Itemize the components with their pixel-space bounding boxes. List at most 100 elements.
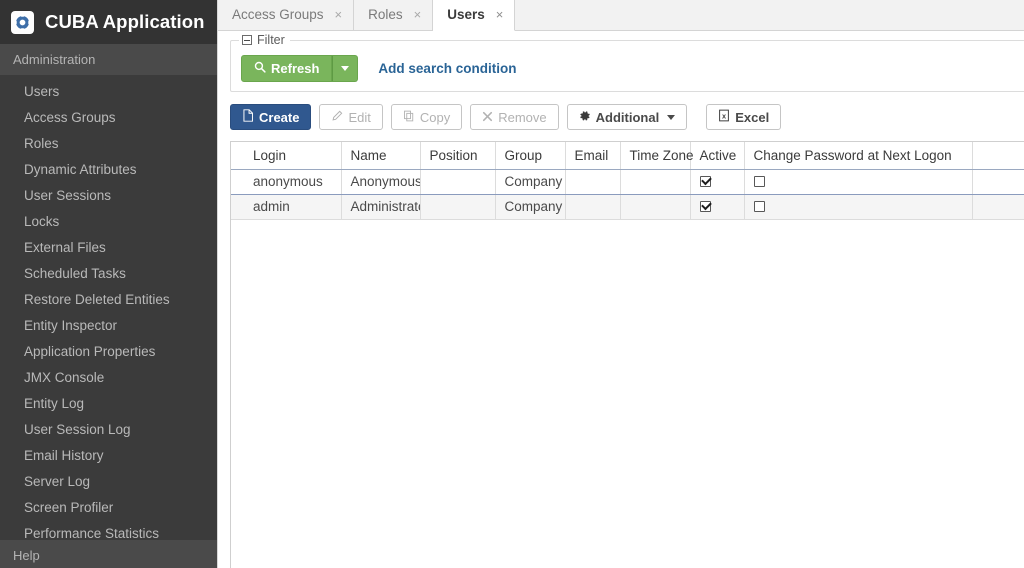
chevron-down-icon (667, 114, 676, 120)
additional-button-label: Additional (595, 109, 660, 125)
sidebar-menu: Users Access Groups Roles Dynamic Attrib… (0, 75, 217, 547)
sidebar-item-roles[interactable]: Roles (0, 131, 217, 157)
remove-button[interactable]: Remove (470, 104, 559, 130)
sidebar-item-external-files[interactable]: External Files (0, 235, 217, 261)
cuba-logo-icon (11, 10, 34, 34)
cell-email (565, 194, 621, 220)
close-icon[interactable]: × (414, 8, 422, 21)
sidebar-item-access-groups[interactable]: Access Groups (0, 105, 217, 131)
cell-login: anonymous (244, 168, 342, 195)
checkbox-unchecked-icon[interactable] (753, 176, 765, 187)
column-header-filler (972, 142, 1024, 170)
column-header-active[interactable]: Active (690, 142, 745, 170)
copy-button[interactable]: Copy (390, 104, 463, 130)
table-row[interactable]: admin Administrator Company (231, 194, 1024, 220)
pencil-icon (331, 110, 343, 125)
cell-name: Anonymous (341, 168, 421, 195)
refresh-dropdown-button[interactable] (332, 55, 359, 82)
tab-label: Roles (368, 7, 403, 22)
cell-email (565, 168, 621, 195)
app-brand: CUBA Application (0, 0, 217, 44)
main-area: Access Groups × Roles × Users × Filter R… (217, 0, 1024, 568)
column-header-email[interactable]: Email (565, 142, 621, 170)
cell-group: Company (495, 194, 566, 220)
cell-filler (972, 194, 1024, 220)
create-button-label: Create (259, 109, 300, 125)
column-header-position[interactable]: Position (420, 142, 496, 170)
checkbox-unchecked-icon[interactable] (753, 201, 765, 212)
refresh-split-button: Refresh (241, 55, 359, 82)
excel-button[interactable]: x Excel (706, 104, 782, 130)
cell-group: Company (495, 168, 566, 195)
users-table: Login Name Position Group Email Time Zon… (230, 141, 1024, 568)
copy-icon (403, 110, 415, 125)
collapse-minus-icon[interactable] (242, 35, 252, 45)
sidebar-item-screen-profiler[interactable]: Screen Profiler (0, 495, 217, 521)
table-gutter-header (231, 142, 244, 170)
app-title: CUBA Application (45, 11, 205, 32)
excel-button-label: Excel (735, 109, 770, 125)
table-header-row: Login Name Position Group Email Time Zon… (231, 142, 1024, 170)
add-search-condition-link[interactable]: Add search condition (378, 61, 516, 76)
create-button[interactable]: Create (230, 104, 312, 130)
search-icon (254, 61, 266, 76)
cell-time-zone (620, 168, 691, 195)
additional-button[interactable]: Additional (566, 104, 688, 130)
tab-access-groups[interactable]: Access Groups × (218, 0, 355, 30)
sidebar: CUBA Application Administration Users Ac… (0, 0, 217, 568)
column-header-name[interactable]: Name (341, 142, 421, 170)
tab-bar: Access Groups × Roles × Users × (218, 0, 1024, 31)
sidebar-item-user-session-log[interactable]: User Session Log (0, 417, 217, 443)
close-icon[interactable]: × (335, 8, 343, 21)
filter-panel: Filter Refresh Add search condition (230, 33, 1024, 92)
column-header-change-password[interactable]: Change Password at Next Logon (744, 142, 973, 170)
close-icon[interactable]: × (496, 8, 504, 21)
tab-label: Users (447, 7, 485, 22)
chevron-down-icon (341, 66, 350, 71)
checkbox-checked-icon[interactable] (699, 201, 711, 212)
sidebar-item-users[interactable]: Users (0, 79, 217, 105)
sidebar-item-restore-deleted-entities[interactable]: Restore Deleted Entities (0, 287, 217, 313)
sidebar-item-scheduled-tasks[interactable]: Scheduled Tasks (0, 261, 217, 287)
column-header-time-zone[interactable]: Time Zone (620, 142, 694, 170)
sidebar-item-email-history[interactable]: Email History (0, 443, 217, 469)
tab-roles[interactable]: Roles × (354, 0, 434, 30)
sidebar-item-dynamic-attributes[interactable]: Dynamic Attributes (0, 157, 217, 183)
content-panel: Filter Refresh Add search condition Crea… (218, 31, 1024, 568)
cross-icon (482, 110, 493, 125)
sidebar-item-application-properties[interactable]: Application Properties (0, 339, 217, 365)
sidebar-item-jmx-console[interactable]: JMX Console (0, 365, 217, 391)
cell-change-password (744, 168, 973, 195)
column-header-group[interactable]: Group (495, 142, 566, 170)
sidebar-item-user-sessions[interactable]: User Sessions (0, 183, 217, 209)
cell-time-zone (620, 194, 691, 220)
gear-icon (579, 110, 591, 125)
table-row[interactable]: anonymous Anonymous Company (231, 168, 1024, 195)
cell-login: admin (244, 194, 342, 220)
checkbox-checked-icon[interactable] (699, 176, 711, 187)
column-header-login[interactable]: Login (244, 142, 342, 170)
filter-legend-label: Filter (257, 33, 285, 47)
edit-button[interactable]: Edit (319, 104, 383, 130)
filter-controls-row: Refresh Add search condition (241, 41, 1024, 82)
filter-legend: Filter (239, 33, 290, 47)
sidebar-item-server-log[interactable]: Server Log (0, 469, 217, 495)
sidebar-item-entity-inspector[interactable]: Entity Inspector (0, 313, 217, 339)
file-icon (242, 109, 254, 125)
row-gutter (231, 168, 244, 195)
action-toolbar: Create Edit Copy Remove Additional x Exc… (230, 104, 1024, 130)
sidebar-item-entity-log[interactable]: Entity Log (0, 391, 217, 417)
app-root: CUBA Application Administration Users Ac… (0, 0, 1024, 568)
cell-change-password (744, 194, 973, 220)
refresh-button[interactable]: Refresh (241, 55, 333, 82)
tab-bar-filler (515, 0, 1024, 30)
cell-active (690, 194, 745, 220)
excel-icon: x (718, 109, 730, 125)
remove-button-label: Remove (498, 109, 547, 125)
cell-active (690, 168, 745, 195)
tab-users[interactable]: Users × (433, 0, 516, 31)
svg-text:x: x (722, 111, 726, 120)
edit-button-label: Edit (348, 109, 371, 125)
sidebar-item-locks[interactable]: Locks (0, 209, 217, 235)
sidebar-section-help[interactable]: Help (0, 540, 217, 568)
